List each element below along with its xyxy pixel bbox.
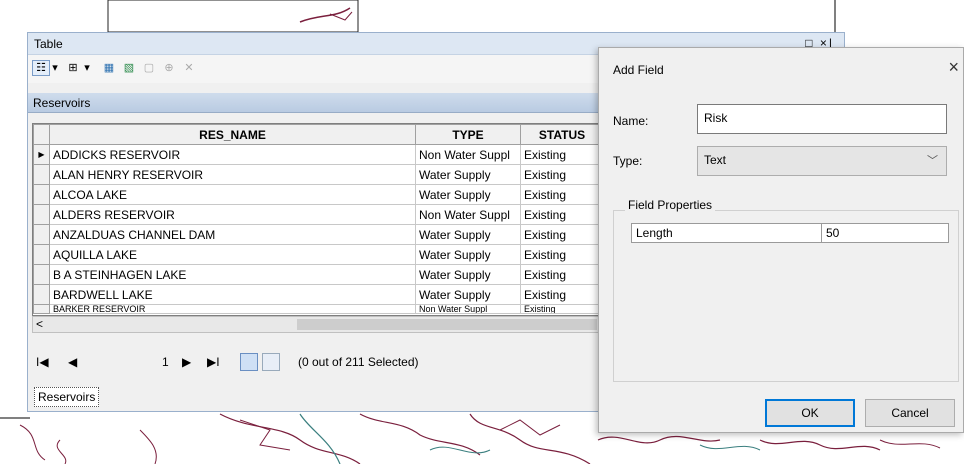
name-field[interactable]: Risk — [697, 104, 947, 134]
clear-selection-icon[interactable]: ▢ — [140, 60, 158, 76]
table-header-row: RES_NAME TYPE STATUS — [33, 124, 601, 145]
cell-type[interactable]: Non Water Suppl — [415, 144, 521, 165]
column-header-type[interactable]: TYPE — [415, 124, 521, 145]
cell-status[interactable]: Existing — [520, 164, 601, 185]
field-properties-grid: Length 50 — [631, 223, 949, 243]
selection-count: (0 out of 211 Selected) — [298, 355, 419, 369]
table-row[interactable]: ALDERS RESERVOIR Non Water Suppl Existin… — [33, 204, 601, 225]
cell-res-name[interactable]: ALDERS RESERVOIR — [49, 204, 416, 225]
field-properties-label: Field Properties — [625, 198, 716, 212]
cell-status[interactable]: Existing — [520, 244, 601, 265]
column-header-res-name[interactable]: RES_NAME — [49, 124, 416, 145]
table-row[interactable]: ALAN HENRY RESERVOIR Water Supply Existi… — [33, 164, 601, 185]
current-record-field[interactable]: 1 — [162, 355, 169, 369]
cell-status[interactable]: Existing — [520, 224, 601, 245]
related-tables-icon[interactable]: ⊞ — [64, 60, 82, 76]
next-record-icon[interactable]: ▶ — [182, 355, 191, 369]
row-selector[interactable] — [33, 184, 50, 205]
property-value-length[interactable]: 50 — [822, 224, 948, 242]
ok-button[interactable]: OK — [765, 399, 855, 427]
cell-status[interactable]: Existing — [520, 284, 601, 305]
row-selector[interactable] — [33, 264, 50, 285]
cell-type[interactable]: Non Water Suppl — [415, 204, 521, 225]
row-selector-header[interactable] — [33, 124, 50, 145]
column-header-status[interactable]: STATUS — [520, 124, 601, 145]
show-selected-records-icon[interactable] — [262, 353, 280, 371]
cell-type[interactable]: Water Supply — [415, 184, 521, 205]
scrollbar-thumb[interactable] — [297, 319, 597, 330]
row-selector[interactable] — [33, 164, 50, 185]
close-icon[interactable]: × — [948, 57, 959, 78]
horizontal-scrollbar[interactable]: < — [32, 316, 602, 333]
row-selector[interactable] — [33, 224, 50, 245]
cell-res-name[interactable]: ANZALDUAS CHANNEL DAM — [49, 224, 416, 245]
row-selector[interactable] — [33, 284, 50, 305]
table-row[interactable]: BARDWELL LAKE Water Supply Existing — [33, 284, 601, 305]
table-row[interactable]: BARKER RESERVOIR Non Water Suppl Existin… — [33, 304, 601, 314]
tab-reservoirs[interactable]: Reservoirs — [34, 387, 100, 407]
table-row[interactable]: B A STEINHAGEN LAKE Water Supply Existin… — [33, 264, 601, 285]
previous-record-icon[interactable]: ◀ — [68, 355, 77, 369]
cell-res-name[interactable]: ALAN HENRY RESERVOIR — [49, 164, 416, 185]
type-select[interactable]: Text ﹀ — [697, 146, 947, 176]
last-record-icon[interactable]: ▶I — [207, 355, 220, 369]
row-selector[interactable] — [33, 204, 50, 225]
table-window-title: Table — [34, 37, 63, 51]
attribute-table: RES_NAME TYPE STATUS ▶ ADDICKS RESERVOIR… — [32, 123, 602, 316]
cell-res-name[interactable]: ADDICKS RESERVOIR — [49, 144, 416, 165]
type-label: Type: — [613, 154, 643, 168]
chevron-down-icon[interactable]: ▾ — [82, 60, 92, 76]
switch-selection-icon[interactable]: ▧ — [120, 60, 138, 76]
table-row[interactable]: ALCOA LAKE Water Supply Existing — [33, 184, 601, 205]
cell-status[interactable]: Existing — [520, 184, 601, 205]
table-row[interactable]: ANZALDUAS CHANNEL DAM Water Supply Exist… — [33, 224, 601, 245]
cell-type[interactable]: Water Supply — [415, 244, 521, 265]
cell-type[interactable]: Water Supply — [415, 164, 521, 185]
chevron-down-icon[interactable]: ▾ — [50, 60, 60, 76]
table-options-icon[interactable]: ☷ — [32, 60, 50, 76]
cell-type[interactable]: Water Supply — [415, 264, 521, 285]
cancel-button[interactable]: Cancel — [865, 399, 955, 427]
cell-status[interactable]: Existing — [520, 144, 601, 165]
cell-type[interactable]: Non Water Suppl — [415, 304, 521, 314]
cell-res-name[interactable]: BARKER RESERVOIR — [49, 304, 416, 314]
table-name-bar: Reservoirs — [28, 93, 603, 113]
row-selector[interactable]: ▶ — [33, 144, 50, 165]
table-row[interactable]: AQUILLA LAKE Water Supply Existing — [33, 244, 601, 265]
cell-status[interactable]: Existing — [520, 204, 601, 225]
name-label: Name: — [613, 114, 649, 128]
cell-status[interactable]: Existing — [520, 264, 601, 285]
cell-status[interactable]: Existing — [520, 304, 601, 314]
zoom-to-selected-icon[interactable]: ⊕ — [160, 60, 178, 76]
cell-res-name[interactable]: AQUILLA LAKE — [49, 244, 416, 265]
cell-type[interactable]: Water Supply — [415, 284, 521, 305]
row-selector[interactable] — [33, 304, 50, 314]
record-navigation: I◀ ◀ 1 ▶ ▶I (0 out of 211 Selected) — [32, 351, 607, 375]
table-row[interactable]: ▶ ADDICKS RESERVOIR Non Water Suppl Exis… — [33, 144, 601, 165]
cell-res-name[interactable]: B A STEINHAGEN LAKE — [49, 264, 416, 285]
cell-type[interactable]: Water Supply — [415, 224, 521, 245]
dialog-title: Add Field — [613, 63, 664, 77]
add-field-dialog: Add Field × Name: Risk Type: Text ﹀ Fiel… — [598, 47, 964, 433]
show-all-records-icon[interactable] — [240, 353, 258, 371]
row-selector[interactable] — [33, 244, 50, 265]
chevron-down-icon: ﹀ — [927, 155, 938, 167]
cell-res-name[interactable]: ALCOA LAKE — [49, 184, 416, 205]
scroll-left-icon[interactable]: < — [36, 317, 43, 331]
property-name-length[interactable]: Length — [632, 224, 822, 242]
delete-selected-icon[interactable]: ✕ — [180, 60, 198, 76]
first-record-icon[interactable]: I◀ — [36, 355, 49, 369]
type-select-value: Text — [704, 153, 727, 167]
cell-res-name[interactable]: BARDWELL LAKE — [49, 284, 416, 305]
select-by-attributes-icon[interactable]: ▦ — [100, 60, 118, 76]
